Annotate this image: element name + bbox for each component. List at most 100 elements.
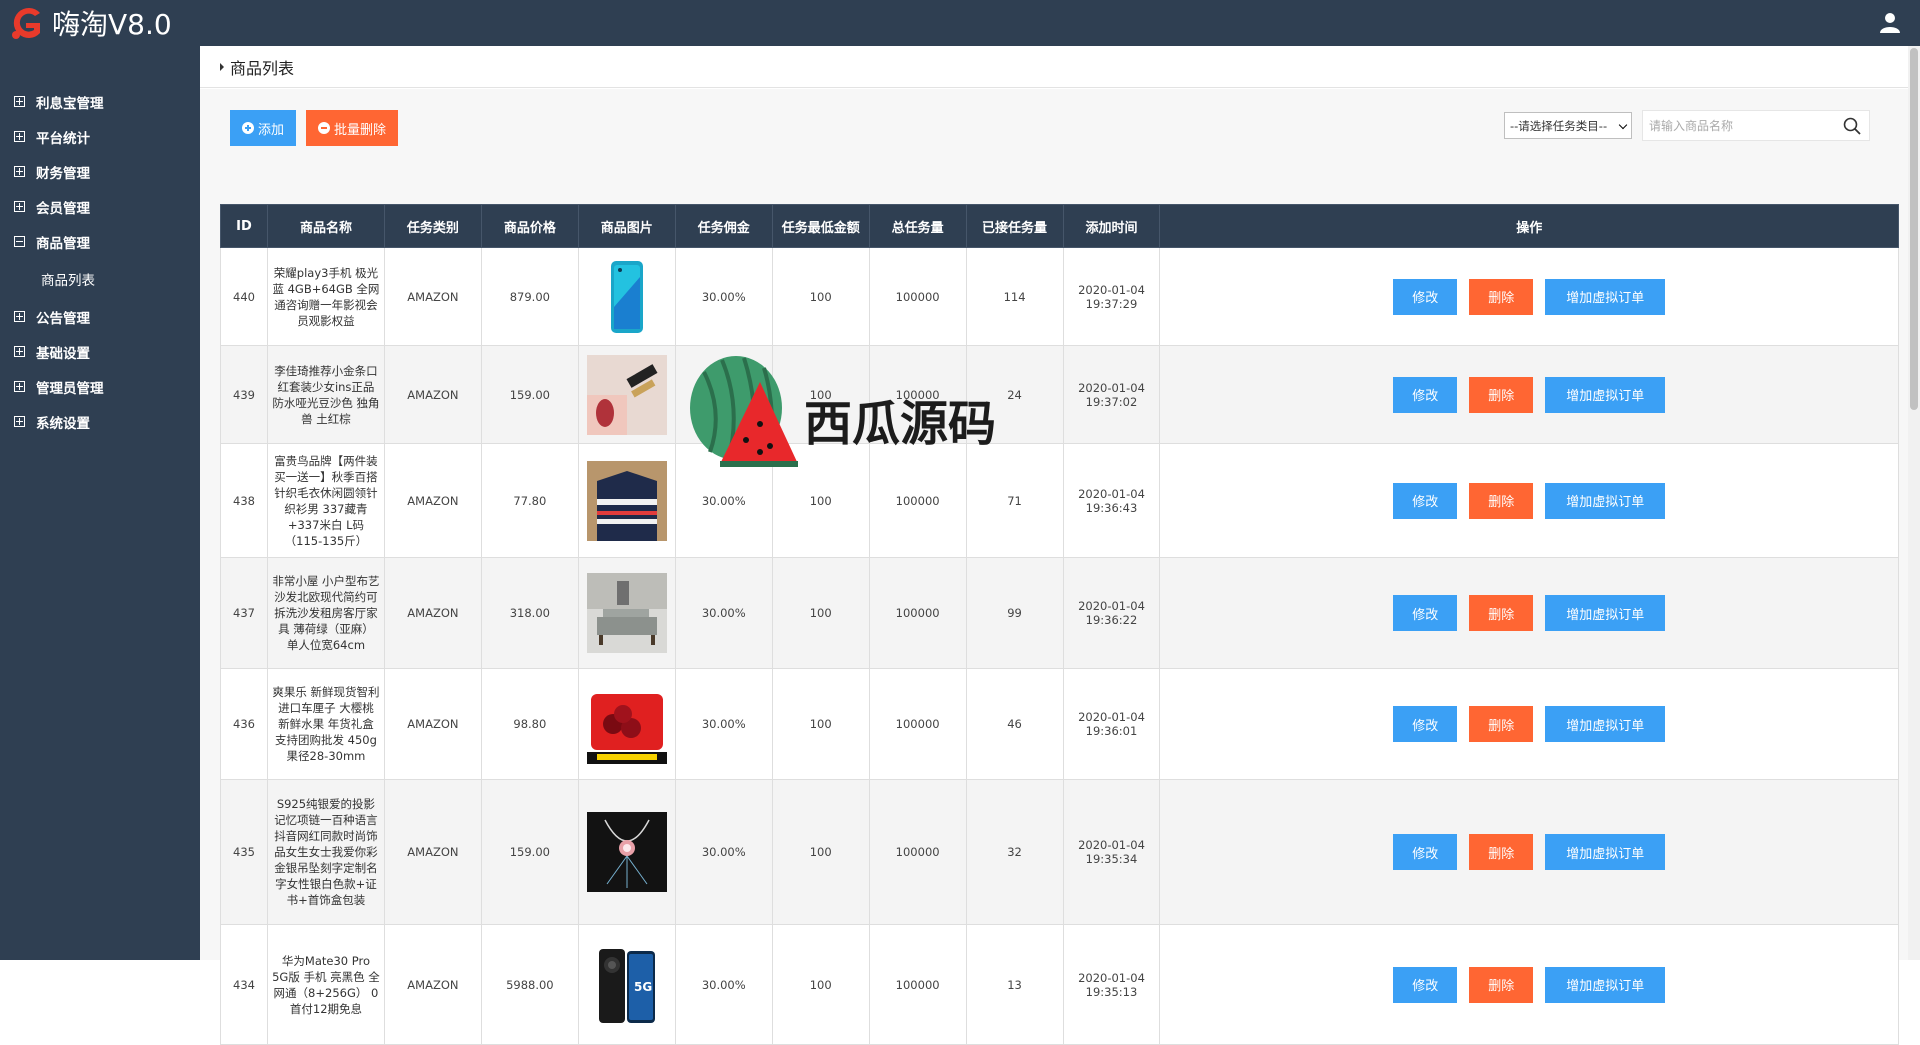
- edit-button[interactable]: 修改: [1393, 482, 1458, 519]
- product-image[interactable]: [583, 684, 671, 764]
- delete-button[interactable]: 删除: [1469, 482, 1534, 519]
- add-virtual-order-button[interactable]: 增加虚拟订单: [1545, 834, 1666, 870]
- add-virtual-order-button[interactable]: 增加虚拟订单: [1545, 278, 1666, 315]
- user-icon[interactable]: [1878, 10, 1902, 34]
- cell-product-name: 华为Mate30 Pro 5G版 手机 亮黑色 全网通（8+256G） 0首付1…: [266, 924, 385, 1045]
- delete-button[interactable]: 删除: [1469, 706, 1534, 742]
- table-row: 437 非常小屋 小户型布艺沙发北欧现代简约可拆洗沙发租房客厅家具 薄荷绿（亚麻）…: [220, 557, 1899, 669]
- table-row: 434 华为Mate30 Pro 5G版 手机 亮黑色 全网通（8+256G） 0…: [220, 924, 1899, 1045]
- cell-total-tasks: 100000: [868, 557, 967, 669]
- sidebar-item-system-settings[interactable]: 系统设置: [0, 404, 200, 439]
- cell-id: 437: [220, 557, 268, 669]
- sidebar-item-members[interactable]: 会员管理: [0, 189, 200, 224]
- column-header[interactable]: 已接任务量: [965, 204, 1064, 248]
- product-name: 富贵鸟品牌【两件装 买一送一】秋季百搭针织毛衣休闲圆领针织衫男 337藏青+33…: [274, 453, 378, 548]
- scrollbar[interactable]: [1908, 46, 1920, 960]
- delete-button[interactable]: 删除: [1469, 595, 1534, 631]
- sidebar-item-announcements[interactable]: 公告管理: [0, 299, 200, 334]
- cell-id: 434: [220, 924, 268, 1045]
- cell-category: AMAZON: [383, 924, 482, 1045]
- product-image[interactable]: [583, 812, 671, 892]
- add-virtual-order-button[interactable]: 增加虚拟订单: [1545, 706, 1666, 742]
- cell-category: AMAZON: [383, 247, 482, 346]
- edit-button[interactable]: 修改: [1393, 966, 1458, 1003]
- product-image[interactable]: [583, 573, 671, 653]
- page-title: 商品列表: [230, 58, 295, 78]
- cell-category: AMAZON: [383, 443, 482, 558]
- batch-delete-button[interactable]: 批量删除: [306, 110, 399, 146]
- category-select[interactable]: --请选择任务类目--: [1504, 112, 1632, 139]
- edit-button[interactable]: 修改: [1393, 278, 1458, 315]
- cell-commission: 30.00%: [674, 668, 773, 780]
- sidebar-item-products[interactable]: 商品管理: [0, 224, 200, 259]
- sidebar-item-statistics[interactable]: 平台统计: [0, 119, 200, 154]
- sidebar-item-basic-settings[interactable]: 基础设置: [0, 334, 200, 369]
- expand-icon: [14, 131, 25, 142]
- cell-product-name: 荣耀play3手机 极光蓝 4GB+64GB 全网通咨询赠一年影视会员观影权益: [266, 247, 385, 346]
- add-virtual-order-button[interactable]: 增加虚拟订单: [1545, 482, 1666, 519]
- cell-taken-tasks: 32: [965, 779, 1064, 925]
- column-header[interactable]: 任务最低金额: [771, 204, 870, 248]
- sidebar-item-label: 财务管理: [36, 165, 90, 182]
- column-header[interactable]: 总任务量: [868, 204, 967, 248]
- delete-button[interactable]: 删除: [1469, 834, 1534, 870]
- delete-button[interactable]: 删除: [1469, 278, 1534, 315]
- cell-category: AMAZON: [383, 557, 482, 669]
- sidebar-item-interest[interactable]: 利息宝管理: [0, 84, 200, 119]
- added-date: 2020-01-04: [1078, 599, 1145, 613]
- added-clock: 19:35:13: [1085, 984, 1138, 999]
- product-image[interactable]: [583, 460, 671, 541]
- cell-price: 159.00: [480, 779, 579, 925]
- edit-button[interactable]: 修改: [1393, 706, 1458, 742]
- search-box: [1642, 110, 1870, 141]
- search-icon[interactable]: [1843, 117, 1861, 135]
- add-virtual-order-button[interactable]: 增加虚拟订单: [1545, 376, 1666, 413]
- sidebar-menu: 利息宝管理 平台统计 财务管理 会员管理 商品管理 商品列表 公告管理 基础设置: [0, 46, 200, 439]
- product-name: S925纯银爱的投影记忆项链一百种语言抖音网红同款时尚饰品女生女士我爱你彩金银吊…: [274, 797, 378, 907]
- column-header[interactable]: 商品图片: [577, 204, 676, 248]
- expand-icon: [14, 96, 25, 107]
- edit-button[interactable]: 修改: [1393, 834, 1458, 870]
- cell-product-image: [577, 779, 676, 925]
- product-image[interactable]: [583, 354, 671, 435]
- sidebar-item-admins[interactable]: 管理员管理: [0, 369, 200, 404]
- scrollbar-thumb[interactable]: [1910, 48, 1918, 410]
- product-image[interactable]: 5G: [583, 944, 671, 1025]
- logo[interactable]: 嗨淘V8.0: [6, 4, 172, 42]
- delete-button[interactable]: 删除: [1469, 966, 1534, 1003]
- product-name: 李佳琦推荐小金条口红套装少女ins正品防水哑光豆沙色 独角兽 土红棕: [272, 363, 380, 426]
- column-header[interactable]: 商品价格: [480, 204, 579, 248]
- sidebar-item-finance[interactable]: 财务管理: [0, 154, 200, 189]
- sidebar-item-label: 公告管理: [36, 310, 90, 327]
- cell-actions: 修改 删除 增加虚拟订单: [1159, 443, 1899, 558]
- sidebar-item-label: 系统设置: [36, 415, 90, 432]
- filters: --请选择任务类目--: [1504, 110, 1870, 141]
- column-header[interactable]: 任务类别: [383, 204, 482, 248]
- edit-button[interactable]: 修改: [1393, 595, 1458, 631]
- cell-min-amount: 100: [771, 247, 870, 346]
- search-input[interactable]: [1643, 111, 1823, 140]
- edit-button[interactable]: 修改: [1393, 376, 1458, 413]
- cell-product-name: 富贵鸟品牌【两件装 买一送一】秋季百搭针织毛衣休闲圆领针织衫男 337藏青+33…: [266, 443, 385, 558]
- add-virtual-order-button[interactable]: 增加虚拟订单: [1545, 595, 1666, 631]
- added-clock: 19:36:22: [1085, 613, 1138, 627]
- cell-total-tasks: 100000: [868, 668, 967, 780]
- column-header[interactable]: 任务佣金: [674, 204, 773, 248]
- column-header[interactable]: 操作: [1159, 204, 1899, 248]
- cell-added-time: 2020-01-04 19:37:29: [1062, 247, 1161, 346]
- cell-min-amount: 100: [771, 779, 870, 925]
- cell-product-name: 李佳琦推荐小金条口红套装少女ins正品防水哑光豆沙色 独角兽 土红棕: [266, 345, 385, 444]
- product-image[interactable]: [583, 257, 671, 337]
- added-clock: 19:37:02: [1085, 394, 1138, 409]
- cell-actions: 修改 删除 增加虚拟订单: [1159, 557, 1899, 669]
- column-header[interactable]: 商品名称: [266, 204, 385, 248]
- add-virtual-order-button[interactable]: 增加虚拟订单: [1545, 966, 1666, 1003]
- column-header[interactable]: 添加时间: [1062, 204, 1161, 248]
- cell-min-amount: 100: [771, 924, 870, 1045]
- cell-price: 159.00: [480, 345, 579, 444]
- add-button[interactable]: 添加: [230, 110, 297, 146]
- delete-button[interactable]: 删除: [1469, 376, 1534, 413]
- sidebar-subitem-product-list[interactable]: 商品列表: [0, 259, 200, 299]
- column-header[interactable]: ID: [220, 204, 268, 248]
- collapse-icon: [14, 236, 25, 247]
